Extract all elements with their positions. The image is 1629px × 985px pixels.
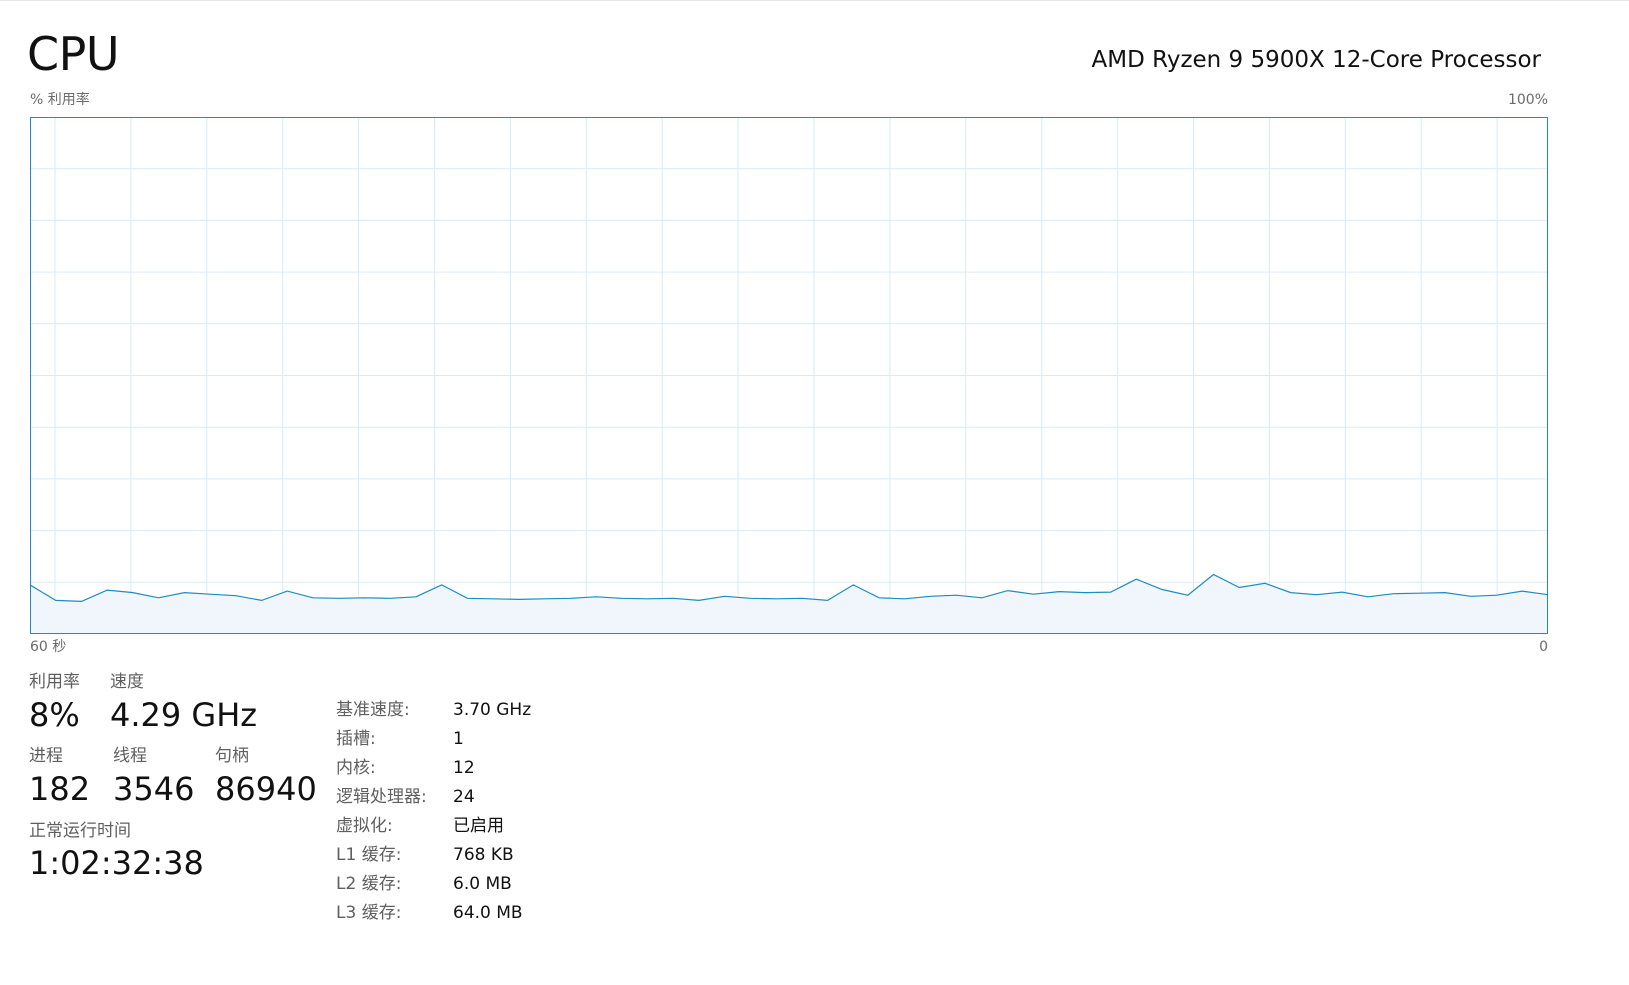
graph-y-label: % 利用率 [30,92,90,108]
page-title: CPU [27,27,120,81]
info-value: 12 [453,758,475,778]
graph-y-max-label: 100% [1507,92,1548,108]
uptime-value: 1:02:32:38 [29,844,204,882]
info-value: 已启用 [453,816,504,836]
info-value: 24 [453,787,475,807]
info-key: 基准速度: [336,700,410,720]
handles-label: 句柄 [215,746,249,766]
utilization-label: 利用率 [29,672,80,692]
graph-grid [30,117,1548,634]
handles-value: 86940 [215,770,317,808]
info-key: 插槽: [336,729,376,749]
processes-label: 进程 [29,746,63,766]
info-key: 逻辑处理器: [336,787,427,807]
info-value: 64.0 MB [453,903,523,923]
info-key: L1 缓存: [336,845,402,865]
info-value: 6.0 MB [453,874,512,894]
utilization-value: 8% [29,696,80,734]
processes-value: 182 [29,770,91,808]
cpu-utilization-graph[interactable] [30,117,1548,658]
info-key: L3 缓存: [336,903,402,923]
info-key: 虚拟化: [336,816,393,836]
info-value: 768 KB [453,845,514,865]
info-key: L2 缓存: [336,874,402,894]
cpu-graph-svg [30,117,1548,634]
info-value: 1 [453,729,464,749]
uptime-label: 正常运行时间 [29,821,131,841]
info-key: 内核: [336,758,376,778]
utilization-area [30,574,1548,634]
info-value: 3.70 GHz [453,700,532,720]
graph-x-right-label: 0 [1539,639,1548,655]
speed-value: 4.29 GHz [110,696,258,734]
graph-x-left-label: 60 秒 [30,639,67,655]
threads-label: 线程 [113,746,147,766]
threads-value: 3546 [113,770,195,808]
processor-name: AMD Ryzen 9 5900X 12-Core Processor [1091,47,1541,73]
top-divider [0,0,1629,1]
speed-label: 速度 [110,672,144,692]
